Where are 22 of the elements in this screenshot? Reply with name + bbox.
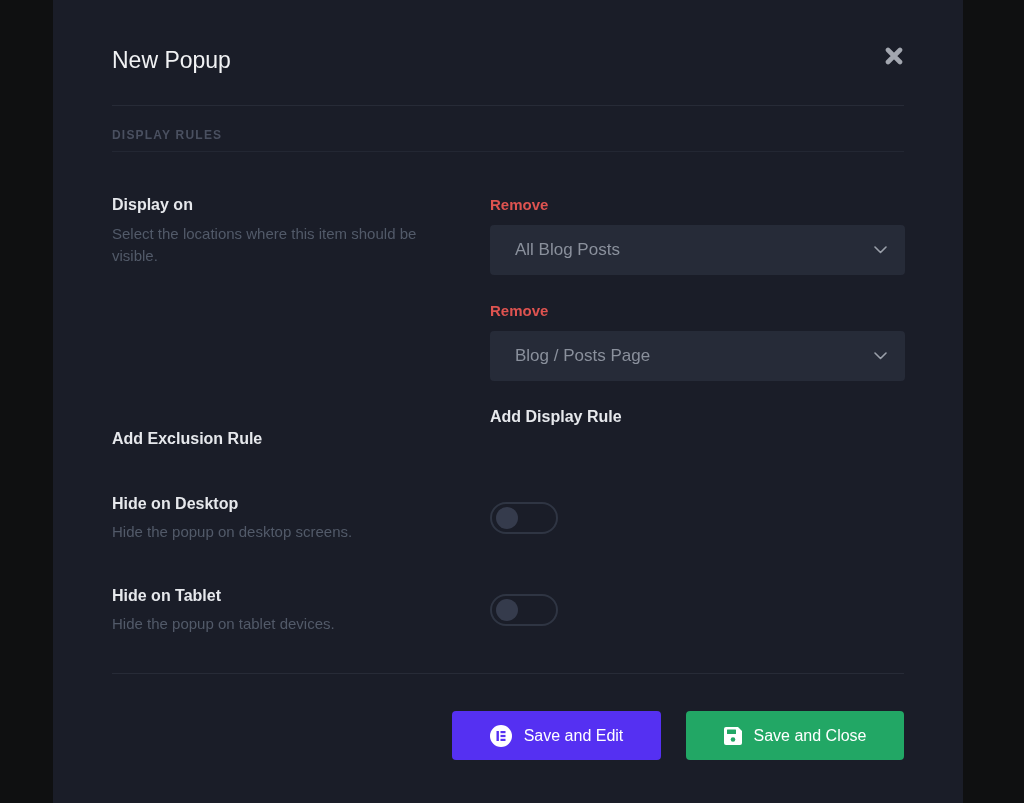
chevron-down-icon [874, 246, 887, 254]
field-description: Hide the popup on tablet devices. [112, 614, 336, 634]
field-label: Display on [112, 195, 194, 215]
chevron-down-icon [874, 352, 887, 360]
field-description: Select the locations where this item should be visible. [112, 224, 418, 266]
toggle-switch[interactable] [490, 502, 558, 534]
field-description: Hide the popup on desktop screens. [112, 522, 354, 542]
dropdown-field[interactable]: Blog / Posts Page [490, 331, 905, 381]
dropdown-field[interactable]: All Blog Posts [490, 225, 905, 275]
logo-icon [489, 724, 512, 747]
add-rule-link[interactable]: Add Exclusion Rule [112, 428, 263, 450]
section-heading: DISPLAY RULES [112, 127, 224, 143]
remove-link[interactable]: Remove [490, 194, 549, 216]
save-and-edit-button[interactable]: Save and Edit [452, 711, 661, 760]
save-button[interactable]: Save and Close [686, 711, 904, 760]
dialog-title: New Popup [112, 46, 231, 75]
toggle-switch[interactable] [490, 594, 558, 626]
close-icon[interactable] [885, 47, 903, 65]
add-rule-link[interactable]: Add Display Rule [490, 406, 622, 428]
field-label: Hide on Desktop [112, 494, 240, 514]
field-label: Hide on Tablet [112, 586, 223, 606]
remove-link[interactable]: Remove [490, 300, 549, 322]
